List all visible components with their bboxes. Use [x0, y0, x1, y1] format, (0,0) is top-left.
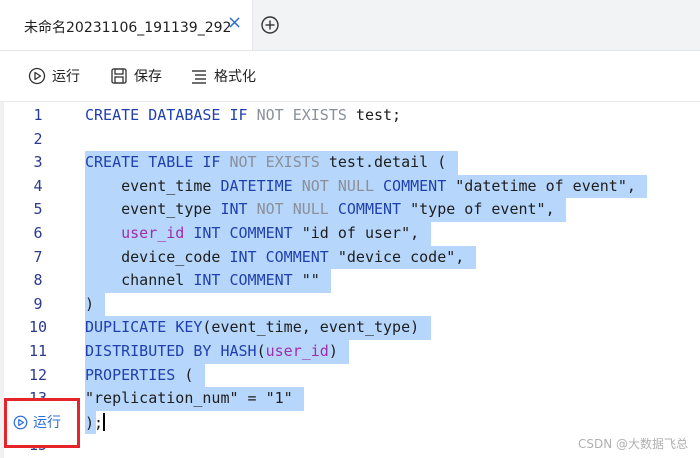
line-number: 4: [33, 176, 43, 195]
code-line: 13"replication_num" = "1": [0, 387, 700, 411]
code-line: 4 event_time DATETIME NOT NULL COMMENT "…: [0, 174, 700, 199]
code-line: 9): [0, 292, 700, 317]
code-text: CREATE TABLE IF NOT EXISTS test.detail (: [85, 153, 447, 172]
code-line: 3 CREATE TABLE IF NOT EXISTS test.detail …: [0, 151, 700, 175]
line-number: 3: [33, 153, 43, 172]
inline-run-label: 运行: [33, 415, 61, 431]
format-label: 格式化: [214, 69, 256, 85]
code-line: 10 DUPLICATE KEY(event_time, event_type): [0, 316, 700, 340]
run-button[interactable]: 运行: [28, 65, 80, 87]
code-text: event_type INT NOT NULL COMMENT "type of…: [85, 200, 555, 219]
code-line: 6 user_id INT COMMENT "id of user",: [0, 222, 700, 246]
code-line: 1 CREATE DATABASE IF NOT EXISTS test;: [0, 104, 700, 128]
line-number: 8: [33, 271, 43, 290]
save-button[interactable]: 保存: [110, 65, 162, 87]
code-text: DUPLICATE KEY(event_time, event_type): [85, 318, 420, 337]
run-label: 运行: [52, 69, 80, 85]
code-text: device_code INT COMMENT "device code",: [85, 247, 465, 266]
line-number: 10: [28, 318, 48, 337]
close-icon[interactable]: ×: [227, 12, 242, 33]
format-button[interactable]: 格式化: [190, 65, 256, 87]
run-icon: [28, 67, 46, 85]
code-line: 11 DISTRIBUTED BY HASH(user_id): [0, 340, 700, 364]
tab-bar: 未命名20231106_191139_292 ×: [0, 0, 700, 51]
tab-query[interactable]: 未命名20231106_191139_292 ×: [0, 0, 253, 50]
line-number: 12: [28, 365, 48, 384]
line-number: 1: [33, 106, 43, 124]
code-text: DISTRIBUTED BY HASH(user_id): [85, 342, 338, 360]
code-line: 7 device_code INT COMMENT "device code",: [0, 245, 700, 270]
code-line: 8 channel INT COMMENT "": [0, 269, 700, 293]
line-number: 5: [33, 200, 43, 219]
editor-toolbar: 运行 保存 格式化: [0, 51, 700, 102]
line-number: 6: [33, 224, 43, 242]
code-text: event_time DATETIME NOT NULL COMMENT "da…: [85, 176, 636, 195]
code-line: 5 event_type INT NOT NULL COMMENT "type …: [0, 198, 700, 222]
save-label: 保存: [134, 69, 162, 85]
save-icon: [111, 68, 127, 84]
format-icon: [192, 70, 206, 84]
code-line: 2: [0, 128, 700, 152]
tab-title: 未命名20231106_191139_292: [24, 20, 232, 36]
line-number: 11: [28, 342, 48, 360]
line-number: 9: [33, 294, 43, 313]
code-text: );: [85, 412, 105, 432]
watermark: CSDN @大数据飞总: [577, 437, 688, 451]
code-text: user_id INT COMMENT "id of user",: [121, 224, 420, 242]
code-line: 14);: [0, 410, 700, 435]
code-text: "replication_num" = "1": [85, 389, 293, 408]
text-caret: [103, 412, 105, 431]
inline-run-button[interactable]: 运行: [4, 398, 80, 448]
line-number: 2: [33, 129, 43, 148]
code-text: ): [85, 294, 95, 313]
run-icon: [13, 415, 28, 429]
code-editor[interactable]: 1 CREATE DATABASE IF NOT EXISTS test; 2 3 CR…: [0, 102, 700, 458]
code-text: PROPERTIES (: [85, 365, 194, 384]
code-text: CREATE DATABASE IF NOT EXISTS test;: [85, 106, 402, 124]
code-line: 12 PROPERTIES (: [0, 363, 700, 388]
line-number: 7: [33, 247, 43, 266]
add-tab-icon[interactable]: [260, 15, 280, 35]
code-text: channel INT COMMENT "": [85, 271, 320, 290]
